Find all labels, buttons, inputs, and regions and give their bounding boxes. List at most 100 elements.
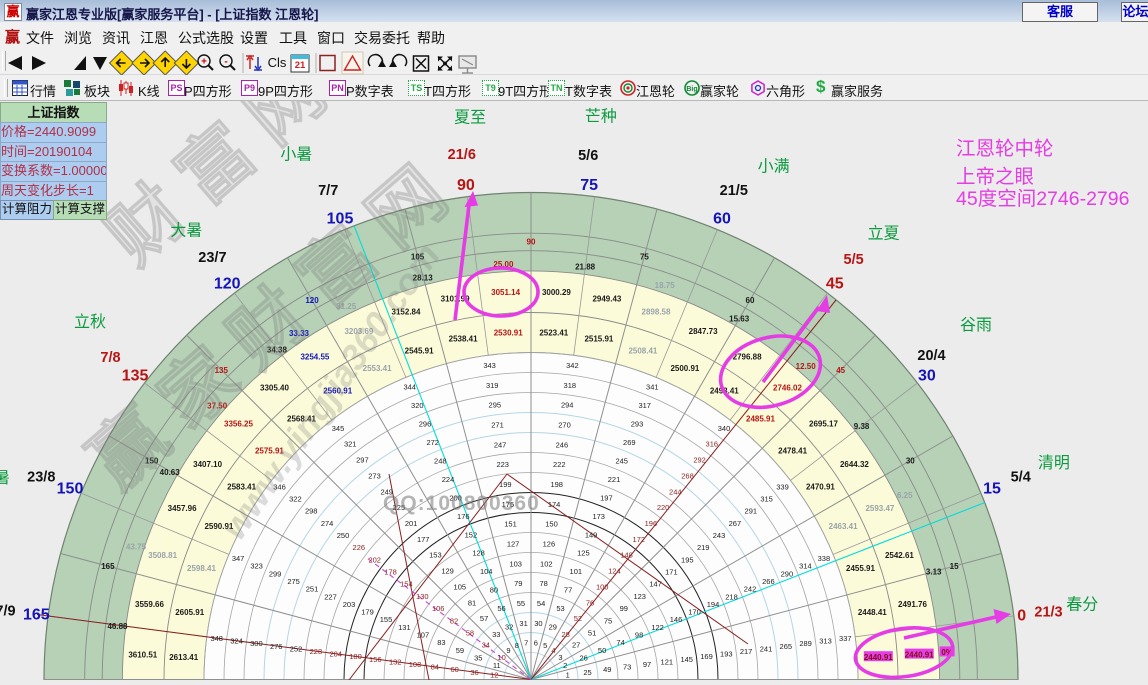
svg-text:35: 35 (474, 654, 482, 663)
svg-text:2530.91: 2530.91 (494, 329, 523, 338)
svg-text:7/8: 7/8 (100, 350, 120, 366)
svg-text:21.88: 21.88 (575, 263, 596, 272)
svg-text:2448.41: 2448.41 (858, 608, 887, 617)
svg-text:130: 130 (416, 592, 429, 601)
svg-text:45: 45 (836, 366, 845, 375)
svg-text:135: 135 (122, 368, 149, 385)
svg-text:247: 247 (494, 440, 507, 449)
svg-text:314: 314 (799, 562, 812, 571)
svg-text:27: 27 (572, 641, 580, 650)
svg-text:296: 296 (419, 419, 432, 428)
svg-text:295: 295 (489, 401, 502, 410)
svg-text:-: - (224, 57, 227, 68)
svg-text:49: 49 (603, 665, 611, 674)
svg-text:174: 174 (548, 500, 561, 509)
svg-text:90: 90 (527, 238, 536, 247)
svg-text:321: 321 (344, 440, 357, 449)
svg-text:180: 180 (349, 652, 362, 661)
svg-text:立夏: 立夏 (868, 225, 900, 243)
svg-text:320: 320 (411, 401, 424, 410)
svg-text:6.25: 6.25 (897, 491, 913, 500)
svg-text:2796.88: 2796.88 (733, 353, 762, 362)
svg-text:21: 21 (295, 60, 306, 71)
svg-text:3254.55: 3254.55 (300, 353, 329, 362)
svg-text:3: 3 (558, 653, 562, 662)
svg-text:21/3: 21/3 (1034, 604, 1062, 620)
svg-text:131: 131 (398, 623, 411, 632)
svg-text:3305.40: 3305.40 (260, 384, 289, 393)
svg-text:2949.43: 2949.43 (592, 295, 621, 304)
svg-text:224: 224 (442, 475, 455, 484)
svg-text:2538.41: 2538.41 (449, 335, 478, 344)
svg-text:30: 30 (906, 457, 915, 466)
svg-text:265: 265 (780, 642, 793, 651)
svg-text:1: 1 (566, 671, 570, 680)
svg-text:292: 292 (693, 456, 706, 465)
svg-text:228: 228 (310, 647, 323, 656)
svg-text:128: 128 (472, 549, 485, 558)
svg-text:3559.66: 3559.66 (135, 600, 164, 609)
svg-text:106: 106 (432, 604, 445, 613)
svg-text:203: 203 (343, 600, 356, 609)
svg-text:9.38: 9.38 (854, 422, 870, 431)
svg-text:241: 241 (760, 644, 773, 653)
svg-text:245: 245 (615, 456, 628, 465)
svg-text:145: 145 (680, 655, 693, 664)
svg-text:298: 298 (305, 507, 318, 516)
svg-text:52: 52 (574, 614, 582, 623)
svg-text:194: 194 (707, 600, 720, 609)
svg-text:324: 324 (230, 637, 243, 646)
svg-text:151: 151 (504, 520, 517, 529)
svg-text:339: 339 (776, 482, 789, 491)
svg-text:15: 15 (950, 562, 959, 571)
svg-text:2463.41: 2463.41 (829, 522, 858, 531)
svg-text:102: 102 (540, 559, 553, 568)
svg-text:82: 82 (450, 616, 458, 625)
svg-text:197: 197 (600, 493, 613, 502)
svg-text:316: 316 (706, 440, 719, 449)
svg-text:322: 322 (289, 495, 302, 504)
svg-text:250: 250 (337, 531, 350, 540)
svg-text:199: 199 (499, 480, 512, 489)
svg-text:129: 129 (441, 567, 454, 576)
svg-text:170: 170 (688, 608, 701, 617)
svg-text:273: 273 (368, 471, 381, 480)
svg-text:152: 152 (465, 530, 478, 539)
svg-text:195: 195 (681, 555, 694, 564)
svg-text:4: 4 (551, 646, 555, 655)
svg-text:290: 290 (781, 569, 794, 578)
svg-text:178: 178 (384, 568, 397, 577)
svg-text:3356.25: 3356.25 (224, 420, 253, 429)
svg-text:46.88: 46.88 (107, 622, 128, 631)
svg-text:+: + (201, 57, 207, 68)
svg-text:31: 31 (519, 619, 527, 628)
svg-text:2478.41: 2478.41 (778, 447, 807, 456)
svg-text:夏至: 夏至 (454, 109, 486, 126)
svg-text:2485.91: 2485.91 (746, 414, 775, 423)
svg-text:Cls: Cls (268, 55, 287, 70)
svg-text:120: 120 (214, 276, 241, 293)
svg-text:26: 26 (580, 654, 588, 663)
svg-text:6: 6 (534, 639, 538, 648)
svg-text:220: 220 (657, 503, 670, 512)
svg-text:275: 275 (287, 577, 300, 586)
svg-text:272: 272 (426, 438, 439, 447)
svg-text:217: 217 (740, 647, 753, 656)
svg-text:218: 218 (725, 592, 738, 601)
svg-text:21/5: 21/5 (720, 183, 748, 199)
svg-text:75: 75 (604, 616, 612, 625)
svg-text:344: 344 (403, 382, 416, 391)
svg-text:2847.73: 2847.73 (689, 327, 718, 336)
svg-text:313: 313 (819, 637, 832, 646)
svg-text:154: 154 (400, 580, 413, 589)
svg-text:196: 196 (645, 519, 658, 528)
svg-text:291: 291 (745, 507, 758, 516)
svg-text:2746.02: 2746.02 (773, 384, 802, 393)
svg-text:293: 293 (631, 419, 644, 428)
svg-text:323: 323 (250, 562, 263, 571)
svg-text:29: 29 (549, 623, 557, 632)
svg-text:36: 36 (470, 668, 478, 677)
svg-text:59: 59 (456, 646, 464, 655)
svg-text:12: 12 (490, 671, 498, 680)
svg-text:11: 11 (493, 661, 501, 670)
